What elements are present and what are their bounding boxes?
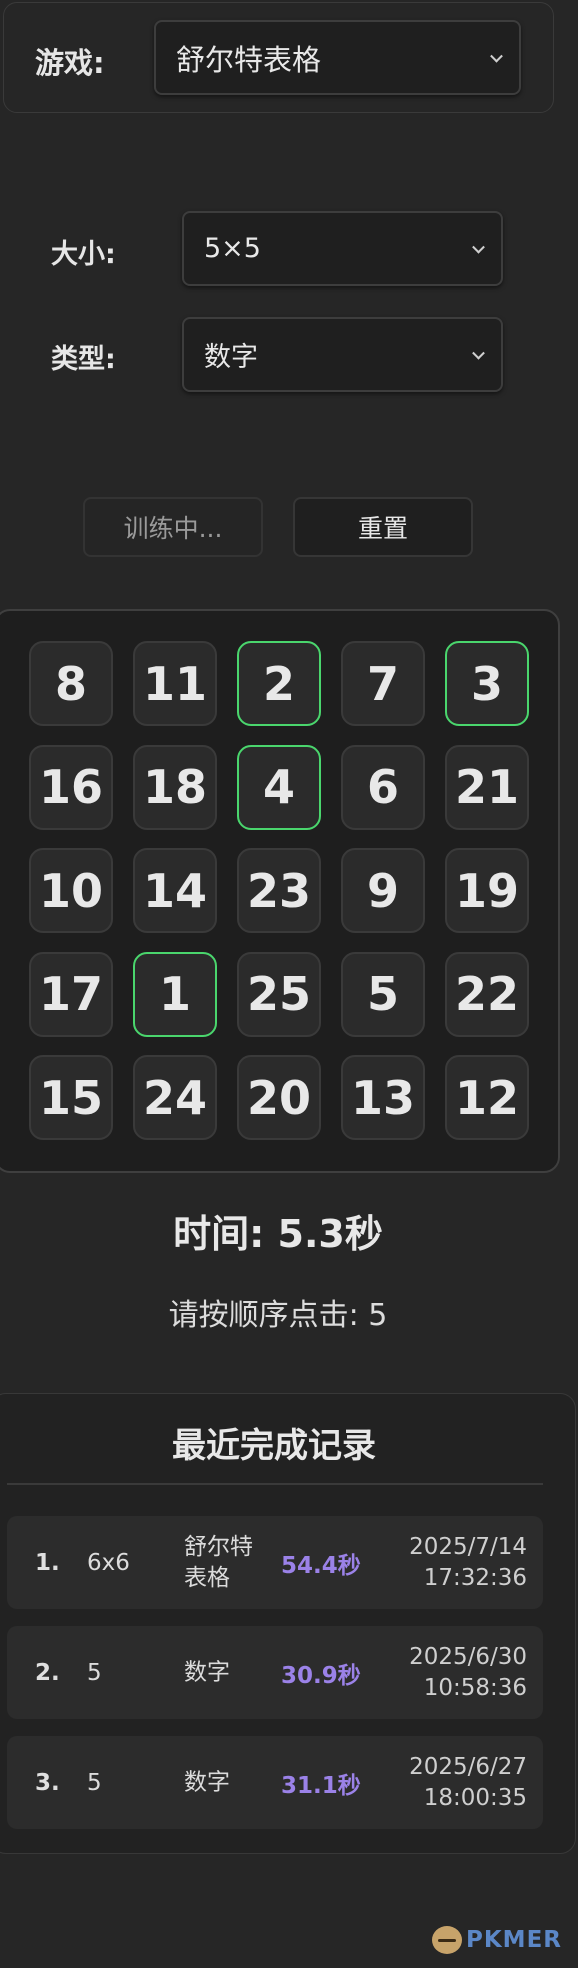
grid-cell[interactable]: 17 — [29, 951, 113, 1037]
timer-display: 时间: 5.3秒 — [173, 1212, 383, 1256]
game-select[interactable]: 舒尔特表格 — [154, 20, 521, 95]
record-time: 30.9秒 — [281, 1662, 361, 1689]
game-selector-panel: 游戏: 舒尔特表格 — [3, 2, 554, 113]
record-datetime: 2025/7/14 17:32:36 — [409, 1532, 527, 1594]
grid-cell[interactable]: 5 — [341, 951, 425, 1037]
grid-cell[interactable]: 10 — [29, 848, 113, 933]
record-index: 1. — [35, 1549, 60, 1576]
record-datetime: 2025/6/30 10:58:36 — [409, 1642, 527, 1704]
record-datetime: 2025/6/27 18:00:35 — [409, 1752, 527, 1814]
record-type-line2: 表格 — [184, 1564, 230, 1591]
record-size: 5 — [87, 1769, 102, 1796]
grid-cell[interactable]: 7 — [341, 641, 425, 726]
type-label: 类型: — [51, 344, 116, 375]
record-clock: 18:00:35 — [423, 1784, 527, 1811]
record-clock: 10:58:36 — [423, 1674, 527, 1701]
size-select[interactable]: 5×5 — [182, 211, 503, 286]
type-select-value: 数字 — [204, 342, 258, 373]
grid-cell[interactable]: 20 — [237, 1055, 321, 1140]
next-number-prompt: 请按顺序点击: 5 — [168, 1298, 388, 1333]
grid-cell[interactable]: 6 — [341, 744, 425, 830]
records-title: 最近完成记录 — [172, 1426, 376, 1466]
size-label: 大小: — [51, 239, 116, 270]
record-date: 2025/7/14 — [409, 1533, 527, 1560]
grid-cell[interactable]: 4 — [237, 744, 321, 830]
record-date: 2025/6/30 — [409, 1643, 527, 1670]
record-type: 数字 — [184, 1659, 230, 1685]
schulte-grid: 8 11 2 7 3 16 18 4 6 21 10 14 23 9 19 17 1 25 5 22 15 24 20 13 1… — [0, 609, 560, 1173]
grid-cell[interactable]: 14 — [133, 848, 217, 933]
record-type-line1: 舒尔特 — [184, 1533, 253, 1560]
grid-cell[interactable]: 12 — [445, 1055, 529, 1140]
chevron-down-icon — [472, 240, 485, 254]
record-time: 54.4秒 — [281, 1552, 361, 1579]
records-divider — [7, 1483, 543, 1485]
grid-cell[interactable]: 9 — [341, 848, 425, 933]
grid-cell[interactable]: 1 — [133, 951, 217, 1037]
pkmer-watermark: PKMER — [432, 1926, 562, 1954]
grid-cell[interactable]: 16 — [29, 744, 113, 830]
record-row: 3. 5 数字 31.1秒 2025/6/27 18:00:35 — [7, 1736, 543, 1829]
size-select-value: 5×5 — [204, 233, 261, 264]
grid-cell[interactable]: 2 — [237, 641, 321, 726]
record-index: 2. — [35, 1659, 60, 1686]
record-date: 2025/6/27 — [409, 1753, 527, 1780]
grid-cell[interactable]: 18 — [133, 744, 217, 830]
record-size: 5 — [87, 1659, 102, 1686]
record-type: 舒尔特 表格 — [184, 1532, 264, 1594]
record-time: 31.1秒 — [281, 1772, 361, 1799]
game-select-value: 舒尔特表格 — [176, 42, 322, 77]
record-size: 6x6 — [87, 1549, 130, 1576]
grid-cell[interactable]: 23 — [237, 848, 321, 933]
training-button[interactable]: 训练中... — [83, 497, 263, 557]
watermark-text: PKMER — [466, 1927, 562, 1953]
grid-cell[interactable]: 3 — [445, 641, 529, 726]
pkmer-logo-icon — [432, 1926, 462, 1954]
grid-cell[interactable]: 15 — [29, 1055, 113, 1140]
record-index: 3. — [35, 1769, 60, 1796]
grid-cell[interactable]: 8 — [29, 641, 113, 726]
reset-button[interactable]: 重置 — [293, 497, 473, 557]
grid-cell[interactable]: 11 — [133, 641, 217, 726]
record-clock: 17:32:36 — [423, 1564, 527, 1591]
grid-cell[interactable]: 21 — [445, 744, 529, 830]
grid-cell[interactable]: 22 — [445, 951, 529, 1037]
chevron-down-icon — [472, 346, 485, 360]
grid-cell[interactable]: 19 — [445, 848, 529, 933]
grid-cell[interactable]: 25 — [237, 951, 321, 1037]
game-label: 游戏: — [35, 46, 105, 80]
grid-cell[interactable]: 24 — [133, 1055, 217, 1140]
record-row: 2. 5 数字 30.9秒 2025/6/30 10:58:36 — [7, 1626, 543, 1719]
recent-records-panel: 最近完成记录 1. 6x6 舒尔特表格 54.4秒 2025/7/14 17:32… — [0, 1393, 576, 1854]
chevron-down-icon — [490, 49, 503, 63]
type-select[interactable]: 数字 — [182, 317, 503, 392]
record-type: 数字 — [184, 1769, 230, 1795]
record-row: 1. 6x6 舒尔特表格 54.4秒 2025/7/14 17:32:36 — [7, 1516, 543, 1609]
grid-cell[interactable]: 13 — [341, 1055, 425, 1140]
